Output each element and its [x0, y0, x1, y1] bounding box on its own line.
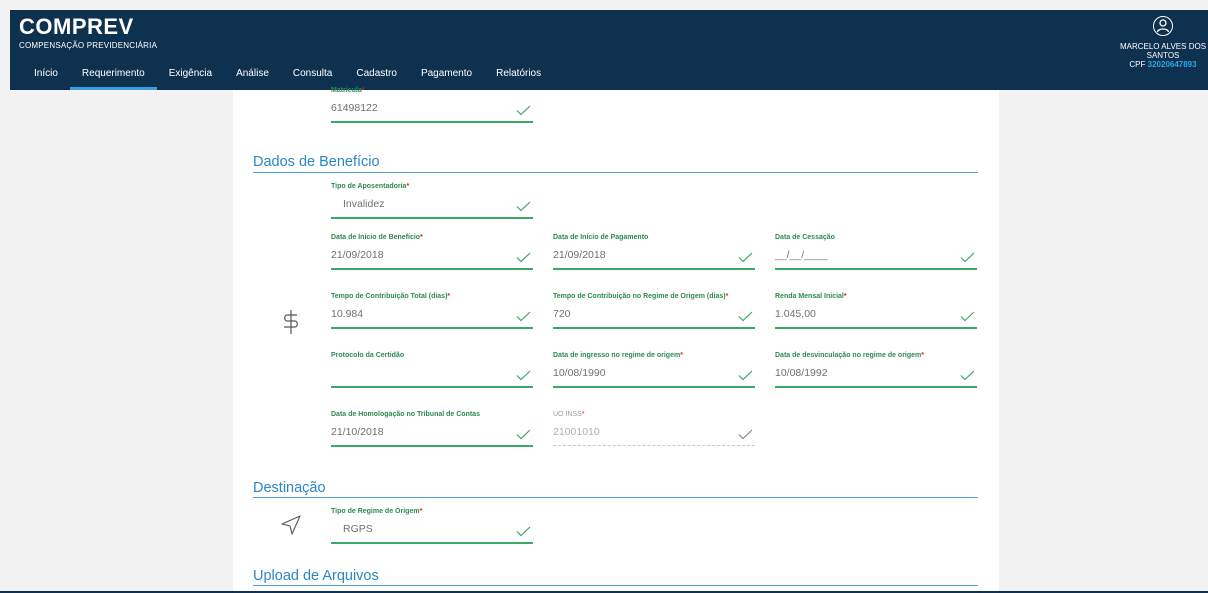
data-desvinculacao-origem-value[interactable]: 10/08/1992 [775, 367, 955, 379]
cpf-label: CPF [1129, 60, 1146, 69]
section-divider [253, 172, 978, 173]
matricula-underline [331, 121, 533, 123]
data-inicio-beneficio-underline [331, 268, 533, 270]
check-icon [516, 309, 531, 327]
user-panel[interactable]: MARCELO ALVES DOS SANTOS CPF 32020647893 [1118, 16, 1208, 69]
user-cpf: CPF 32020647893 [1118, 60, 1208, 69]
section-title-beneficio: Dados de Benefício [253, 154, 380, 170]
data-ingresso-origem-value[interactable]: 10/08/1990 [553, 367, 733, 379]
tipo-regime-origem-label: Tipo de Regime de Origem* [331, 508, 423, 515]
matricula-value[interactable]: 61498122 [331, 102, 511, 114]
tempo-contribuicao-origem-value[interactable]: 720 [553, 308, 733, 320]
matricula-field[interactable]: Matrícula* 61498122 [331, 87, 533, 127]
data-ingresso-origem-underline [553, 386, 755, 388]
tempo-contribuicao-origem-label: Tempo de Contribuição no Regime de Orige… [553, 293, 729, 300]
form-card: Matrícula* 61498122 Dados de Benefício T… [233, 87, 999, 593]
uo-inss-underline [553, 445, 755, 446]
renda-mensal-inicial-label: Renda Mensal Inicial* [775, 293, 847, 300]
tipo-regime-origem-select[interactable]: Tipo de Regime de Origem* RGPS [331, 508, 533, 548]
tipo-regime-origem-underline [331, 542, 533, 544]
uo-inss-value: 21001010 [553, 426, 600, 438]
renda-mensal-inicial-value[interactable]: 1.045,00 [775, 308, 955, 320]
send-arrow-icon [280, 514, 302, 541]
data-ingresso-origem-field[interactable]: Data de ingresso no regime de origem* 10… [553, 352, 755, 392]
nav-item-inicio[interactable]: Início [10, 65, 70, 90]
data-desvinculacao-origem-label: Data de desvinculação no regime de orige… [775, 352, 925, 359]
check-icon [516, 250, 531, 268]
section-divider [253, 585, 978, 586]
tempo-contribuicao-origem-underline [553, 327, 755, 329]
tempo-contribuicao-total-label: Tempo de Contribuição Total (dias)* [331, 293, 451, 300]
data-inicio-beneficio-label: Data de Início de Benefício* [331, 234, 423, 241]
check-icon [738, 309, 753, 327]
app-title: COMPREV [19, 14, 134, 39]
tipo-aposentadoria-label: Tipo de Aposentadoria* [331, 183, 410, 190]
tipo-aposentadoria-select[interactable]: Tipo de Aposentadoria* Invalidez [331, 183, 533, 223]
data-cessacao-field[interactable]: Data de Cessação __/__/____ [775, 234, 977, 274]
data-homologacao-field[interactable]: Data de Homologação no Tribunal de Conta… [331, 411, 533, 451]
data-cessacao-value[interactable]: __/__/____ [775, 249, 955, 261]
data-inicio-pagamento-underline [553, 268, 755, 270]
tempo-contribuicao-total-field[interactable]: Tempo de Contribuição Total (dias)* 10.9… [331, 293, 533, 333]
uo-inss-label: UO INSS* [553, 411, 585, 418]
data-homologacao-value[interactable]: 21/10/2018 [331, 426, 511, 438]
protocolo-certidao-underline [331, 386, 533, 388]
data-homologacao-label: Data de Homologação no Tribunal de Conta… [331, 411, 480, 418]
dollar-icon [281, 308, 301, 341]
check-icon [738, 250, 753, 268]
uo-inss-field: UO INSS* 21001010 [553, 411, 755, 451]
data-cessacao-underline [775, 268, 977, 270]
check-icon [738, 427, 753, 445]
user-circle-icon[interactable] [1153, 16, 1173, 36]
tempo-contribuicao-total-value[interactable]: 10.984 [331, 308, 511, 320]
check-icon [738, 368, 753, 386]
data-inicio-pagamento-field[interactable]: Data de Início de Pagamento 21/09/2018 [553, 234, 755, 274]
section-title-destinacao: Destinação [253, 480, 326, 496]
data-cessacao-label: Data de Cessação [775, 234, 835, 241]
data-inicio-pagamento-label: Data de Início de Pagamento [553, 234, 649, 241]
check-icon [516, 103, 531, 121]
check-icon [960, 368, 975, 386]
section-divider [253, 497, 978, 498]
tipo-aposentadoria-value[interactable]: Invalidez [343, 198, 523, 210]
data-inicio-beneficio-field[interactable]: Data de Início de Benefício* 21/09/2018 [331, 234, 533, 274]
check-icon [516, 524, 531, 542]
tempo-contribuicao-total-underline [331, 327, 533, 329]
tipo-regime-origem-value[interactable]: RGPS [343, 523, 523, 535]
data-homologacao-underline [331, 445, 533, 447]
app-header: COMPREV COMPENSAÇÃO PREVIDENCIÁRIA Iníci… [10, 10, 1208, 90]
tempo-contribuicao-origem-field[interactable]: Tempo de Contribuição no Regime de Orige… [553, 293, 755, 333]
nav-item-requerimento[interactable]: Requerimento [69, 65, 157, 90]
protocolo-certidao-field[interactable]: Protocolo da Certidão [331, 352, 533, 392]
cpf-value: 32020647893 [1147, 60, 1197, 69]
check-icon [516, 199, 531, 217]
check-icon [960, 309, 975, 327]
renda-mensal-inicial-underline [775, 327, 977, 329]
data-ingresso-origem-label: Data de ingresso no regime de origem* [553, 352, 683, 359]
renda-mensal-inicial-field[interactable]: Renda Mensal Inicial* 1.045,00 [775, 293, 977, 333]
data-inicio-pagamento-value[interactable]: 21/09/2018 [553, 249, 733, 261]
protocolo-certidao-label: Protocolo da Certidão [331, 352, 405, 359]
tipo-aposentadoria-underline [331, 217, 533, 219]
check-icon [960, 250, 975, 268]
data-desvinculacao-origem-field[interactable]: Data de desvinculação no regime de orige… [775, 352, 977, 392]
nav-item-analise[interactable]: Análise [224, 65, 281, 90]
section-title-upload: Upload de Arquivos [253, 568, 379, 584]
check-icon [516, 427, 531, 445]
user-name: MARCELO ALVES DOS SANTOS [1119, 42, 1207, 60]
data-inicio-beneficio-value[interactable]: 21/09/2018 [331, 249, 511, 261]
matricula-label: Matrícula* [331, 87, 365, 94]
data-desvinculacao-origem-underline [775, 386, 977, 388]
check-icon [516, 368, 531, 386]
app-subtitle: COMPENSAÇÃO PREVIDENCIÁRIA [19, 41, 158, 50]
nav-item-exigencia[interactable]: Exigência [157, 65, 224, 90]
